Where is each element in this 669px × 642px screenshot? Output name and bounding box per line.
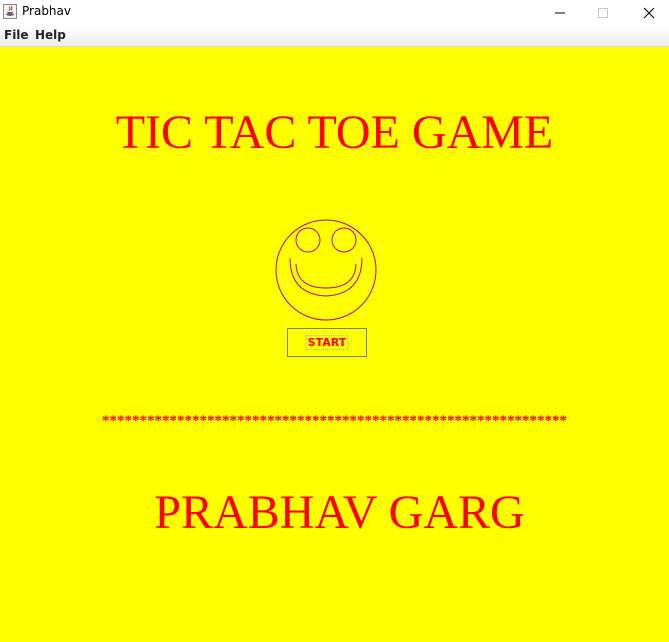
game-title: TIC TAC TOE GAME xyxy=(115,106,554,159)
menu-file[interactable]: File xyxy=(4,28,29,42)
author-name: PRABHAV GARG xyxy=(154,486,525,539)
minimize-icon xyxy=(555,12,565,13)
smiley-face-icon xyxy=(275,219,377,321)
close-icon xyxy=(643,7,655,18)
close-button[interactable] xyxy=(626,0,669,25)
maximize-button[interactable] xyxy=(580,0,626,25)
menu-help[interactable]: Help xyxy=(35,28,66,42)
window-title: Prabhav xyxy=(22,4,71,18)
game-panel: TIC TAC TOE GAME START *****************… xyxy=(0,47,669,642)
menu-bar: File Help xyxy=(0,25,669,47)
title-bar: Prabhav xyxy=(0,0,669,25)
start-button-label: START xyxy=(305,335,349,350)
start-button[interactable]: START xyxy=(287,328,367,357)
minimize-button[interactable] xyxy=(537,0,583,25)
maximize-icon xyxy=(598,7,608,18)
separator-line: ****************************************… xyxy=(102,413,567,429)
java-coffee-cup-icon xyxy=(3,4,17,19)
